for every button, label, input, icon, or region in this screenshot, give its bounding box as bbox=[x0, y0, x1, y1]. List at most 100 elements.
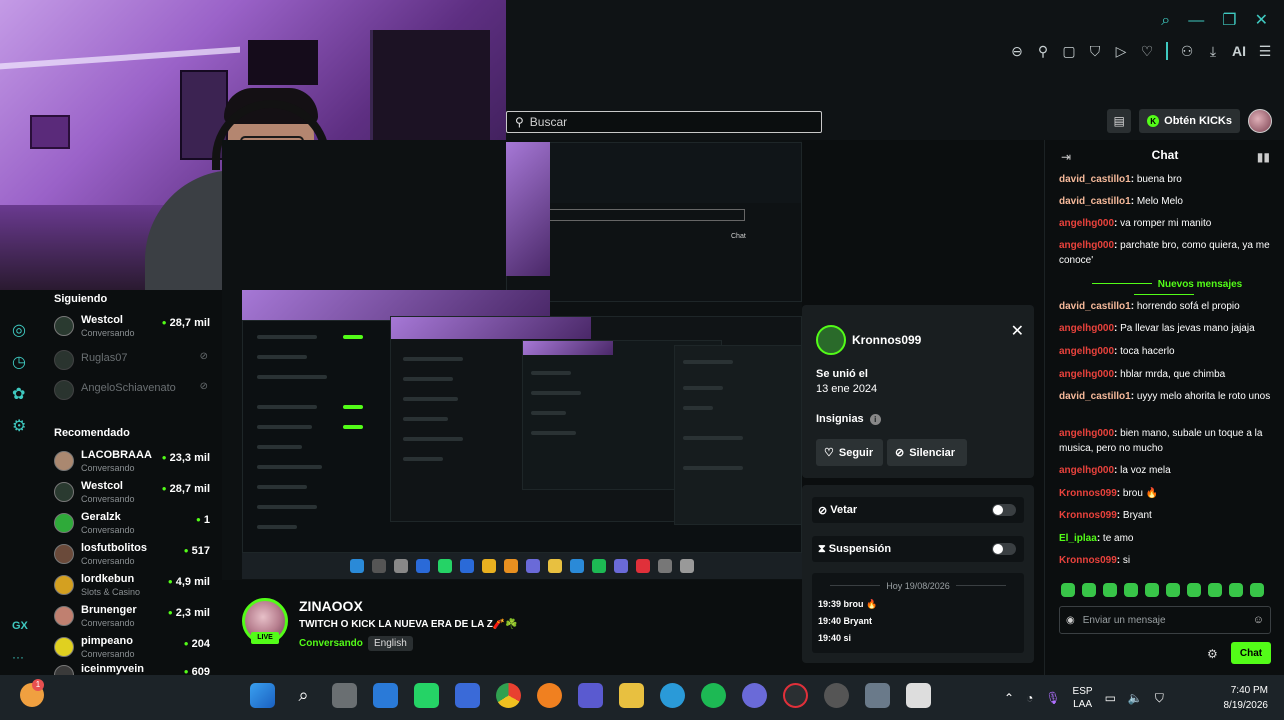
emote-icon[interactable] bbox=[1208, 583, 1222, 597]
emote-icon[interactable] bbox=[1250, 583, 1264, 597]
start-icon[interactable] bbox=[250, 683, 275, 708]
stream-video[interactable]: Chat bbox=[222, 140, 802, 580]
following-item[interactable]: Ruglas07 ⊘ bbox=[54, 347, 214, 377]
chat-stats-icon[interactable]: ▮▮ bbox=[1257, 150, 1270, 164]
outlook-icon[interactable] bbox=[373, 683, 398, 708]
clock[interactable]: 7:40 PM 8/19/2026 bbox=[1224, 683, 1269, 713]
recommended-item[interactable]: LACOBRAAA Conversando 23,3 mil bbox=[54, 448, 214, 478]
search-input[interactable] bbox=[529, 115, 810, 129]
following-item[interactable]: AngeloSchiavenato ⊘ bbox=[54, 377, 214, 407]
emote-icon[interactable] bbox=[1103, 583, 1117, 597]
settings-sliders-icon[interactable]: ☰ bbox=[1258, 43, 1272, 60]
gx-icon[interactable]: GX bbox=[12, 620, 28, 632]
chat-send-button[interactable]: Chat bbox=[1231, 642, 1271, 664]
follow-button[interactable]: ♡ Seguir bbox=[816, 439, 883, 466]
minimize-icon[interactable]: — bbox=[1188, 12, 1204, 30]
volume-icon[interactable]: 🔈 bbox=[1128, 691, 1143, 705]
chat-username[interactable]: Kronnos099 bbox=[1059, 488, 1117, 499]
language-tag[interactable]: English bbox=[368, 636, 413, 651]
chat-username[interactable]: david_castillo1 bbox=[1059, 196, 1131, 207]
heart-icon[interactable]: ♡ bbox=[1140, 43, 1154, 60]
history-icon[interactable]: ◷ bbox=[12, 352, 26, 372]
search-icon[interactable]: ⌕ bbox=[291, 683, 316, 708]
chat-message[interactable]: david_castillo1: horrendo sofá el propio bbox=[1059, 299, 1279, 314]
emote-icon[interactable] bbox=[1187, 583, 1201, 597]
chat-message[interactable]: angelhg000: la voz mela bbox=[1059, 463, 1279, 478]
chat-username[interactable]: david_castillo1 bbox=[1059, 174, 1131, 185]
chat-username[interactable]: david_castillo1 bbox=[1059, 391, 1131, 402]
emote-icon[interactable] bbox=[1082, 583, 1096, 597]
stream-category[interactable]: Conversando bbox=[299, 638, 363, 649]
chat-input[interactable] bbox=[1082, 614, 1233, 626]
app-tray-icon[interactable]: ◔ bbox=[1026, 691, 1033, 705]
recommended-item[interactable]: losfutbolitos Conversando 517 bbox=[54, 541, 214, 571]
chat-message[interactable]: david_castillo1: uyyy melo ahorita le ro… bbox=[1059, 389, 1279, 404]
chat-username[interactable]: Kronnos099 bbox=[1059, 510, 1117, 521]
chat-username[interactable]: El_iplaa bbox=[1059, 533, 1097, 544]
more-icon[interactable]: ··· bbox=[12, 650, 24, 664]
widgets-icon[interactable]: 1 bbox=[20, 679, 44, 707]
chat-username[interactable]: Kronnos099 bbox=[1059, 555, 1117, 566]
chat-message[interactable]: Kronnos099: si bbox=[1059, 553, 1279, 568]
browse-icon[interactable]: ◎ bbox=[12, 320, 26, 340]
extensions-icon[interactable]: ✿ bbox=[12, 384, 25, 404]
spotify-icon[interactable] bbox=[701, 683, 726, 708]
username[interactable]: Kronnos099 bbox=[852, 333, 921, 347]
opera-gx-icon[interactable] bbox=[783, 683, 808, 708]
emote-icon[interactable] bbox=[1124, 583, 1138, 597]
chat-message[interactable]: angelhg000: hblar mrda, que chimba bbox=[1059, 367, 1279, 382]
recommended-item[interactable]: Brunenger Conversando 2,3 mil bbox=[54, 603, 214, 633]
channel-name[interactable]: ZINAOOX bbox=[299, 598, 363, 614]
wifi-icon[interactable]: ▭ bbox=[1105, 691, 1116, 705]
language-indicator[interactable]: ESP LAA bbox=[1073, 685, 1093, 711]
zoom-out-icon[interactable]: ⊖ bbox=[1010, 43, 1024, 60]
chat-username[interactable]: angelhg000 bbox=[1059, 369, 1114, 380]
emote-icon[interactable] bbox=[1229, 583, 1243, 597]
user-avatar[interactable] bbox=[1248, 109, 1272, 133]
whatsapp-icon[interactable] bbox=[414, 683, 439, 708]
chat-message[interactable]: angelhg000: Pa llevar las jevas mano jaj… bbox=[1059, 321, 1279, 336]
store-icon[interactable] bbox=[455, 683, 480, 708]
edge-icon[interactable] bbox=[660, 683, 685, 708]
chat-message[interactable]: Kronnos099: brou 🔥 bbox=[1059, 486, 1279, 501]
get-kicks-button[interactable]: K Obtén KICKs bbox=[1139, 109, 1240, 133]
chat-username[interactable]: angelhg000 bbox=[1059, 465, 1114, 476]
recommended-item[interactable]: iceinmyvein 609 bbox=[54, 662, 214, 675]
chat-message[interactable]: angelhg000: toca hacerlo bbox=[1059, 344, 1279, 359]
chat-username[interactable]: angelhg000 bbox=[1059, 240, 1114, 251]
chat-message[interactable]: angelhg000: bien mano, subale un toque a… bbox=[1059, 426, 1279, 456]
chat-settings-icon[interactable]: ⚙ bbox=[1207, 647, 1218, 661]
restore-icon[interactable]: ❐ bbox=[1222, 12, 1236, 30]
emote-icon[interactable] bbox=[1145, 583, 1159, 597]
settings-icon[interactable]: ⚙ bbox=[12, 416, 26, 436]
microphone-icon[interactable]: 🎙 bbox=[1045, 691, 1060, 705]
snipping-tool-icon[interactable] bbox=[906, 683, 931, 708]
search-icon[interactable]: ⌕ bbox=[1161, 12, 1170, 30]
following-item[interactable]: Westcol Conversando 28,7 mil bbox=[54, 313, 214, 343]
profile-icon[interactable]: ⚇ bbox=[1180, 43, 1194, 60]
emoji-icon[interactable]: ☺ bbox=[1253, 614, 1264, 626]
chat-message[interactable]: angelhg000: va romper mi manito bbox=[1059, 216, 1279, 231]
calendar-button[interactable]: ▤ bbox=[1107, 109, 1132, 133]
chat-message[interactable]: El_iplaa: te amo bbox=[1059, 531, 1279, 546]
search-bar[interactable]: ⚲ bbox=[506, 111, 822, 133]
task-view-icon[interactable] bbox=[332, 683, 357, 708]
chat-message[interactable]: angelhg000: parchate bro, como quiera, y… bbox=[1059, 238, 1279, 268]
chat-message[interactable]: david_castillo1: Melo Melo bbox=[1059, 194, 1279, 209]
snapshot-icon[interactable]: ▢ bbox=[1062, 43, 1076, 60]
file-explorer-icon[interactable] bbox=[619, 683, 644, 708]
brave-icon[interactable] bbox=[537, 683, 562, 708]
chat-username[interactable]: angelhg000 bbox=[1059, 346, 1114, 357]
chat-input-box[interactable]: ◉ ☺ bbox=[1059, 606, 1271, 634]
mute-button[interactable]: ⊘ Silenciar bbox=[887, 439, 967, 466]
chat-username[interactable]: angelhg000 bbox=[1059, 428, 1114, 439]
chrome-icon[interactable] bbox=[496, 683, 521, 708]
chat-message[interactable]: david_castillo1: buena bro bbox=[1059, 172, 1279, 187]
ban-toggle[interactable] bbox=[992, 504, 1016, 516]
recommended-item[interactable]: Geralzk Conversando 1 bbox=[54, 510, 214, 540]
chat-username[interactable]: angelhg000 bbox=[1059, 218, 1114, 229]
chat-username[interactable]: david_castillo1 bbox=[1059, 301, 1131, 312]
close-icon[interactable]: ✕ bbox=[1255, 12, 1268, 30]
recommended-item[interactable]: Westcol Conversando 28,7 mil bbox=[54, 479, 214, 509]
close-icon[interactable]: ✕ bbox=[1011, 321, 1024, 341]
